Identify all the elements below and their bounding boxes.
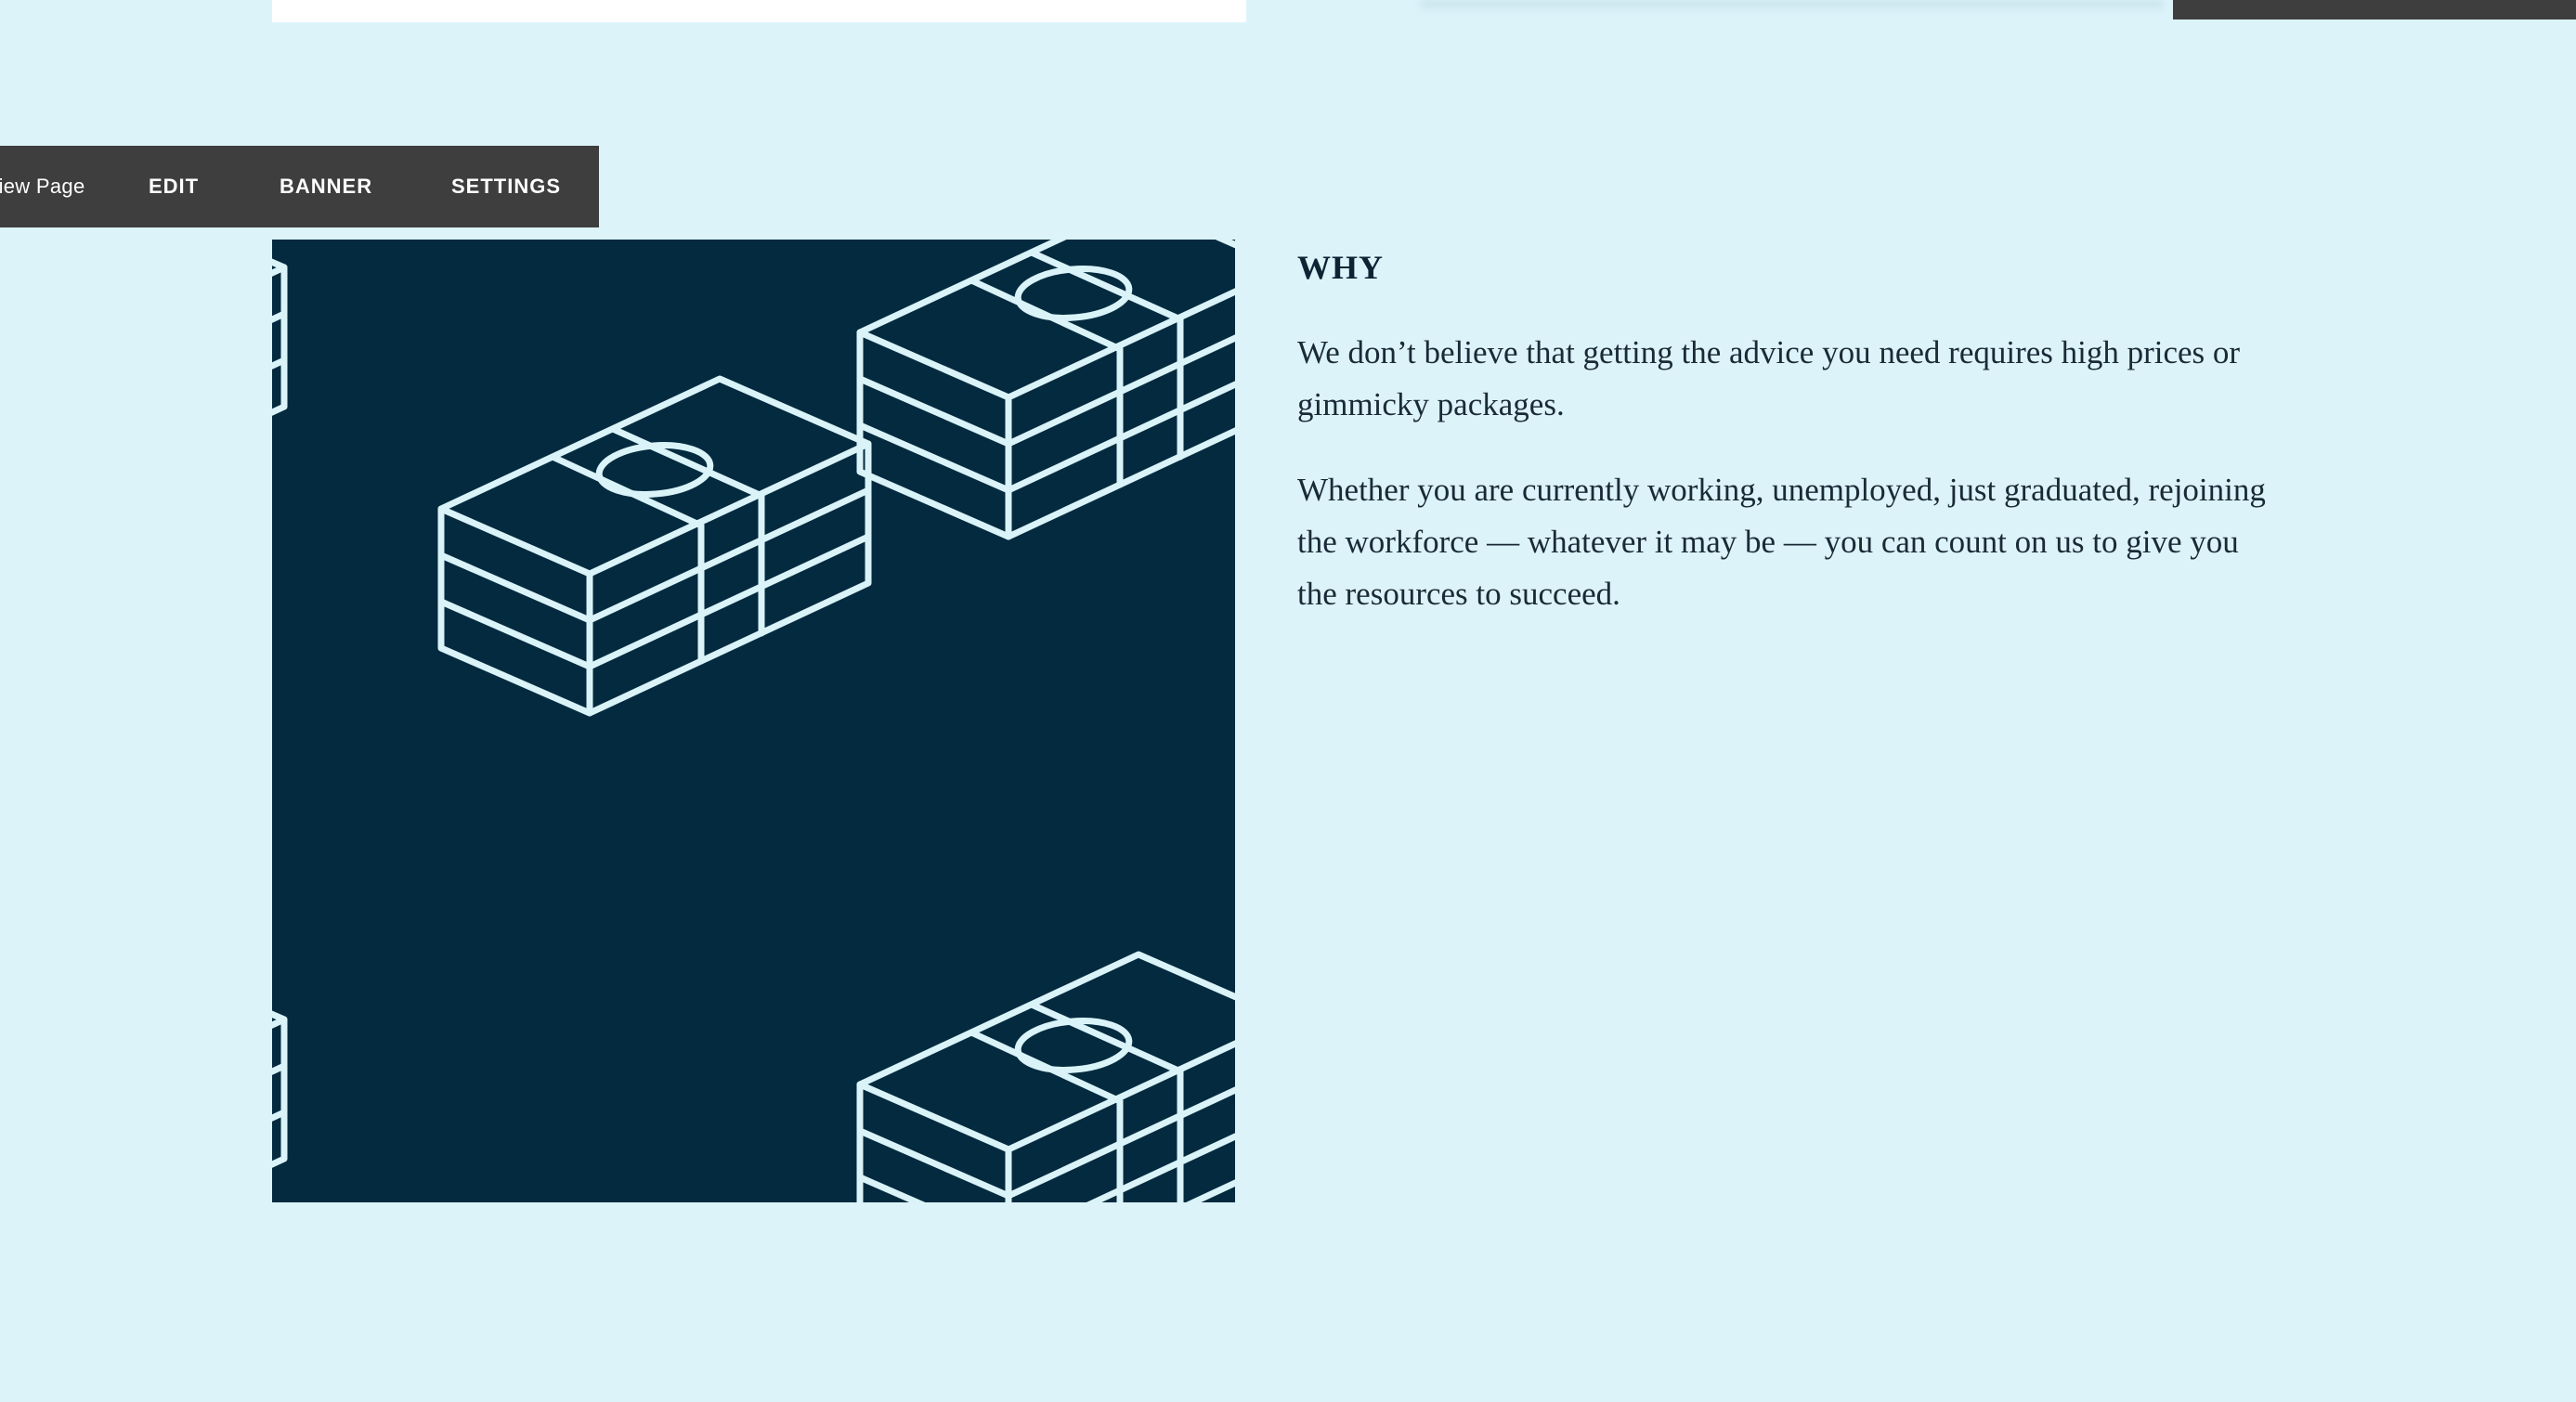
money-stack-icon-center: [441, 379, 868, 713]
money-stack-icon-top-left: [272, 240, 284, 537]
hero-image: [272, 240, 1235, 1202]
money-stack-icon-top-right: [860, 240, 1235, 537]
top-white-strip: [272, 0, 1246, 22]
top-shadow: [1421, 0, 2164, 13]
top-dark-bar: [2173, 0, 2576, 19]
paragraph-resources: Whether you are currently working, unemp…: [1297, 472, 2266, 612]
money-stack-pattern: [272, 240, 1235, 1202]
money-stack-icon-bottom-left: [272, 954, 284, 1202]
settings-button[interactable]: SETTINGS: [451, 146, 561, 227]
editor-toolbar: View Page EDIT BANNER SETTINGS: [0, 146, 599, 227]
view-page-button[interactable]: View Page: [0, 146, 85, 227]
section-heading: WHY: [1297, 249, 1384, 286]
banner-button[interactable]: BANNER: [280, 146, 372, 227]
paragraph-advice: We don’t believe that getting the advice…: [1297, 334, 2241, 422]
why-section: WHY We don’t believe that getting the ad…: [1297, 243, 2282, 620]
money-stack-icon-bottom-right: [860, 954, 1235, 1202]
edit-button[interactable]: EDIT: [149, 146, 199, 227]
